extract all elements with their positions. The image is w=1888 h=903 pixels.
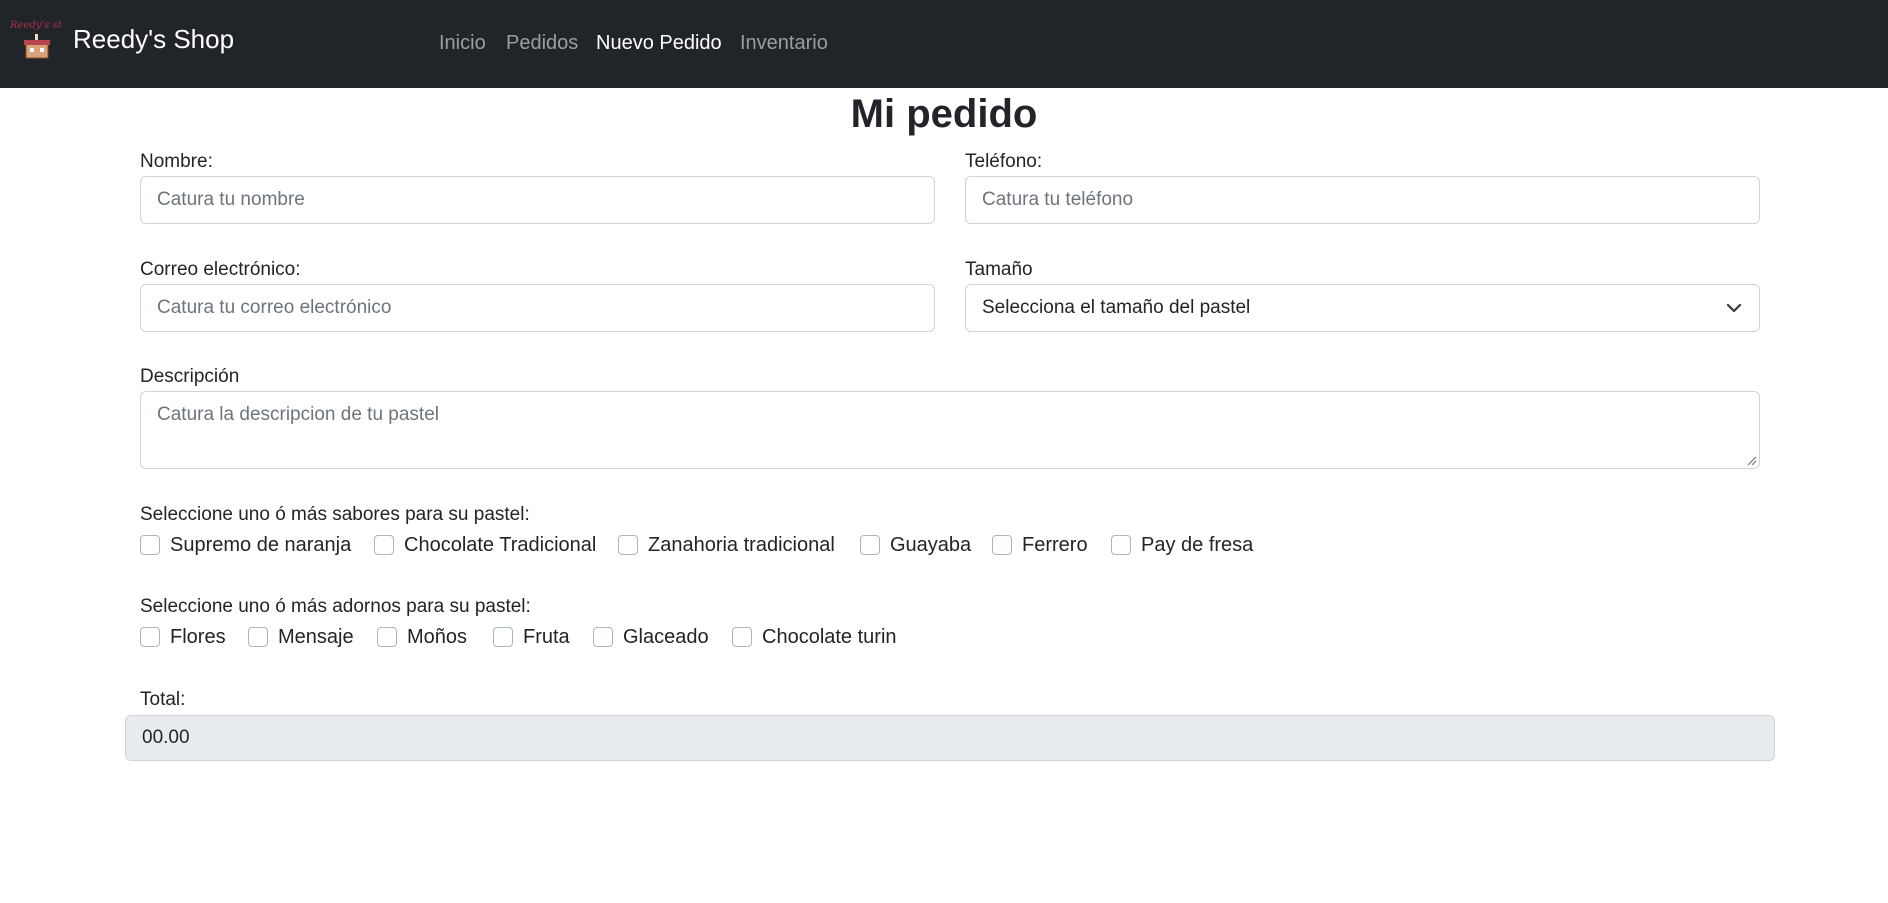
telefono-input[interactable]: Catura tu teléfono xyxy=(965,176,1760,224)
tamano-label: Tamaño xyxy=(965,259,1033,280)
descripcion-label: Descripción xyxy=(140,366,240,387)
adorno-option[interactable]: Chocolate turin xyxy=(732,625,897,649)
correo-input[interactable]: Catura tu correo electrónico xyxy=(140,284,935,332)
total-field: 00.00 xyxy=(125,715,1775,761)
brand-name[interactable]: Reedy's Shop xyxy=(73,23,234,55)
adorno-option-label: Fruta xyxy=(523,625,570,648)
sabor-option-label: Pay de fresa xyxy=(1141,533,1254,556)
adorno-option[interactable]: Glaceado xyxy=(593,625,709,649)
page-title: Mi pedido xyxy=(850,92,1038,136)
total-label: Total: xyxy=(140,689,186,710)
telefono-label: Teléfono: xyxy=(965,151,1043,172)
checkbox[interactable] xyxy=(992,535,1012,555)
adorno-option[interactable]: Mensaje xyxy=(248,625,354,649)
checkbox[interactable] xyxy=(374,535,394,555)
checkbox[interactable] xyxy=(377,627,397,647)
nav-link-nuevo-pedido[interactable]: Nuevo Pedido xyxy=(596,30,722,56)
sabor-option-label: Chocolate Tradicional xyxy=(404,533,597,556)
sabor-option-label: Zanahoria tradicional xyxy=(648,533,835,556)
sabor-option-label: Guayaba xyxy=(890,533,972,556)
checkbox[interactable] xyxy=(732,627,752,647)
sabor-option-label: Supremo de naranja xyxy=(170,533,352,556)
sabores-label: Seleccione uno ó más sabores para su pas… xyxy=(140,504,530,525)
descripcion-placeholder: Catura la descripcion de tu pastel xyxy=(157,404,439,425)
chevron-down-icon xyxy=(1726,303,1742,313)
cake-shop-logo-icon[interactable]: Reedy's shop xyxy=(6,16,62,62)
descripcion-textarea[interactable]: Catura la descripcion de tu pastel xyxy=(140,391,1760,469)
adorno-option-label: Glaceado xyxy=(623,625,709,648)
adorno-option-label: Flores xyxy=(170,625,226,648)
sabor-option-label: Ferrero xyxy=(1022,533,1088,556)
adorno-option-label: Chocolate turin xyxy=(762,625,897,648)
adornos-label: Seleccione uno ó más adornos para su pas… xyxy=(140,596,531,617)
checkbox[interactable] xyxy=(860,535,880,555)
adorno-option-label: Mensaje xyxy=(278,625,354,648)
checkbox[interactable] xyxy=(493,627,513,647)
sabor-option[interactable]: Pay de fresa xyxy=(1111,533,1253,557)
tamano-selected-value: Selecciona el tamaño del pastel xyxy=(982,297,1251,318)
sabor-option[interactable]: Zanahoria tradicional xyxy=(618,533,835,557)
checkbox[interactable] xyxy=(140,535,160,555)
nav-link-pedidos[interactable]: Pedidos xyxy=(506,30,578,56)
navbar: Reedy's shop Reedy's Shop Inicio Pedidos… xyxy=(0,0,1888,88)
nav-link-inicio[interactable]: Inicio xyxy=(439,30,486,56)
nav-link-inventario[interactable]: Inventario xyxy=(740,30,828,56)
checkbox[interactable] xyxy=(618,535,638,555)
sabor-option[interactable]: Supremo de naranja xyxy=(140,533,351,557)
tamano-select[interactable]: Selecciona el tamaño del pastel xyxy=(965,284,1760,332)
adorno-option-label: Moños xyxy=(407,625,468,648)
nombre-label: Nombre: xyxy=(140,151,213,172)
sabor-option[interactable]: Guayaba xyxy=(860,533,971,557)
sabor-option[interactable]: Ferrero xyxy=(992,533,1088,557)
correo-label: Correo electrónico: xyxy=(140,259,301,280)
adorno-option[interactable]: Fruta xyxy=(493,625,570,649)
sabor-option[interactable]: Chocolate Tradicional xyxy=(374,533,596,557)
resize-grip-icon[interactable] xyxy=(1745,454,1757,466)
nombre-input[interactable]: Catura tu nombre xyxy=(140,176,935,224)
checkbox[interactable] xyxy=(248,627,268,647)
checkbox[interactable] xyxy=(1111,535,1131,555)
adorno-option[interactable]: Moños xyxy=(377,625,467,649)
adorno-option[interactable]: Flores xyxy=(140,625,226,649)
svg-text:Reedy's shop: Reedy's shop xyxy=(9,20,62,31)
checkbox[interactable] xyxy=(140,627,160,647)
checkbox[interactable] xyxy=(593,627,613,647)
